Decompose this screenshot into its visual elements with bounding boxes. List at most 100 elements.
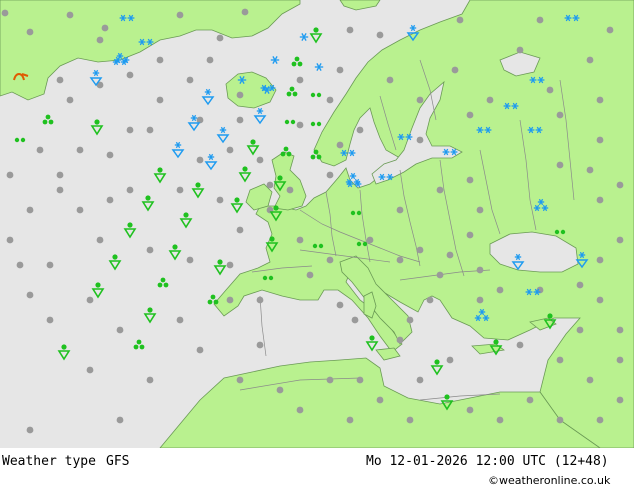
- dry-dot: [606, 26, 614, 34]
- dry-dot: [66, 96, 74, 104]
- dry-dot: [586, 376, 594, 384]
- dry-dot: [236, 91, 244, 99]
- dry-dot: [486, 96, 494, 104]
- dry-dot: [186, 256, 194, 264]
- dry-dot: [356, 376, 364, 384]
- dry-dot: [236, 226, 244, 234]
- dry-dot: [6, 171, 14, 179]
- dry-dot: [616, 396, 624, 404]
- dry-dot: [86, 296, 94, 304]
- dry-dot: [556, 111, 564, 119]
- dry-dot: [146, 246, 154, 254]
- dry-dot: [206, 56, 214, 64]
- dry-dot: [346, 26, 354, 34]
- dry-dot: [336, 301, 344, 309]
- dry-dot: [276, 386, 284, 394]
- dry-dot: [356, 126, 364, 134]
- dry-dot: [576, 281, 584, 289]
- dry-dot: [96, 36, 104, 44]
- dry-dot: [366, 236, 374, 244]
- dry-dot: [76, 146, 84, 154]
- dry-dot: [66, 11, 74, 19]
- dry-dot: [426, 296, 434, 304]
- dry-dot: [596, 296, 604, 304]
- dry-dot: [451, 66, 459, 74]
- dry-dot: [126, 126, 134, 134]
- dry-dot: [616, 356, 624, 364]
- dry-dot: [36, 146, 44, 154]
- footer-bar: Weather type GFS Mo 12-01-2026 12:00 UTC…: [0, 448, 634, 490]
- dry-dot: [106, 196, 114, 204]
- dry-dot: [466, 176, 474, 184]
- dry-dot: [286, 186, 294, 194]
- dry-dot: [336, 66, 344, 74]
- dry-dot: [556, 356, 564, 364]
- dry-dot: [216, 196, 224, 204]
- dry-dot: [416, 136, 424, 144]
- dry-dot: [526, 396, 534, 404]
- dry-dot: [406, 316, 414, 324]
- dry-dot: [466, 111, 474, 119]
- dry-dot: [26, 206, 34, 214]
- dry-dot: [456, 16, 464, 24]
- dry-dot: [416, 96, 424, 104]
- dry-dot: [296, 121, 304, 129]
- weather-map: [0, 0, 634, 449]
- dry-dot: [376, 396, 384, 404]
- credit-text: ©weatheronline.co.uk: [488, 474, 611, 487]
- dry-dot: [256, 156, 264, 164]
- dry-dot: [26, 28, 34, 36]
- dry-dot: [256, 341, 264, 349]
- dry-dot: [296, 406, 304, 414]
- dry-dot: [176, 316, 184, 324]
- dry-dot: [236, 116, 244, 124]
- dry-dot: [16, 261, 24, 269]
- dry-dot: [256, 296, 264, 304]
- dry-dot: [556, 416, 564, 424]
- dry-dot: [56, 186, 64, 194]
- dry-dot: [236, 376, 244, 384]
- dry-dot: [596, 416, 604, 424]
- dry-dot: [126, 186, 134, 194]
- map-canvas: [0, 0, 634, 449]
- dry-dot: [26, 426, 34, 434]
- dry-dot: [351, 316, 359, 324]
- dry-dot: [196, 156, 204, 164]
- dry-dot: [326, 256, 334, 264]
- dry-dot: [241, 8, 249, 16]
- dry-dot: [396, 336, 404, 344]
- dry-dot: [396, 256, 404, 264]
- dry-dot: [596, 196, 604, 204]
- dry-dot: [116, 416, 124, 424]
- dry-dot: [336, 141, 344, 149]
- dry-dot: [6, 236, 14, 244]
- dry-dot: [466, 231, 474, 239]
- dry-dot: [406, 416, 414, 424]
- dry-dot: [46, 316, 54, 324]
- dry-dot: [186, 76, 194, 84]
- dry-dot: [226, 261, 234, 269]
- dry-dot: [196, 346, 204, 354]
- dry-dot: [226, 296, 234, 304]
- dry-dot: [116, 326, 124, 334]
- dry-dot: [546, 86, 554, 94]
- dry-dot: [416, 376, 424, 384]
- dry-dot: [176, 11, 184, 19]
- dry-dot: [396, 206, 404, 214]
- dry-dot: [576, 326, 584, 334]
- dry-dot: [126, 71, 134, 79]
- dry-dot: [536, 16, 544, 24]
- dry-dot: [266, 181, 274, 189]
- dry-dot: [476, 296, 484, 304]
- dry-dot: [146, 126, 154, 134]
- dry-dot: [101, 24, 109, 32]
- dry-dot: [476, 206, 484, 214]
- dry-dot: [616, 326, 624, 334]
- dry-dot: [176, 186, 184, 194]
- dry-dot: [326, 96, 334, 104]
- dry-dot: [76, 206, 84, 214]
- dry-dot: [306, 271, 314, 279]
- dry-dot: [106, 151, 114, 159]
- dry-dot: [466, 406, 474, 414]
- dry-dot: [586, 166, 594, 174]
